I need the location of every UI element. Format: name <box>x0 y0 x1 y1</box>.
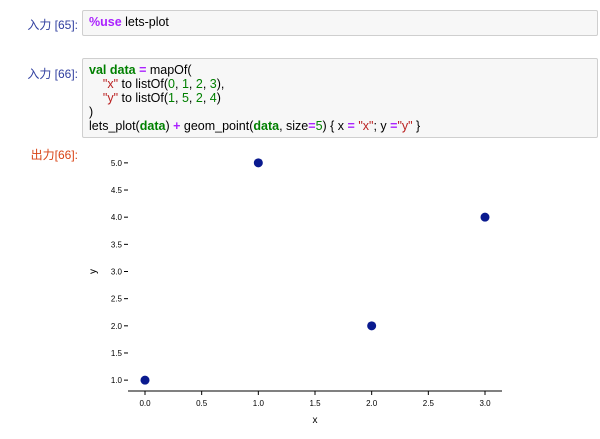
x-tick-label: 2.5 <box>423 399 435 408</box>
cell-prompt-66: 入力 [66]: <box>27 67 78 81</box>
code-token: "x" <box>102 77 119 91</box>
code-token: val <box>89 63 107 77</box>
scatter-plot-svg: 1.0 1.5 2.0 2.5 3.0 3.5 4.0 4.5 5.0 0.0 0.5 1.0 1.5… <box>88 158 502 426</box>
code-token: , <box>175 91 182 105</box>
code-token: "y" <box>102 91 119 105</box>
code-token: , <box>188 91 196 105</box>
code-token: = <box>308 119 316 133</box>
code-token: , <box>175 77 182 91</box>
code-token: ; y <box>373 119 391 133</box>
code-token: , size <box>279 119 309 133</box>
code-token: ) <box>165 119 174 133</box>
x-tick-label: 3.0 <box>479 399 491 408</box>
code-token: data <box>253 119 280 133</box>
cell-prompt-65: 入力 [65]: <box>27 18 78 32</box>
code-token: geom_point( <box>180 119 254 133</box>
scatter-plot-output: 1.0 1.5 2.0 2.5 3.0 3.5 4.0 4.5 5.0 0.0 0.5 1.0 1.5… <box>82 146 512 439</box>
code-token: 2 <box>195 91 203 105</box>
code-token: 4 <box>209 91 217 105</box>
code-token: to listOf( <box>118 77 169 91</box>
code-token: 0 <box>168 77 175 91</box>
x-tick-label: 0.5 <box>196 399 208 408</box>
y-tick-label: 4.0 <box>111 213 123 222</box>
data-point <box>253 158 263 168</box>
code-token: lets-plot <box>121 15 169 29</box>
code-token: = <box>347 119 355 133</box>
x-axis: 0.0 0.5 1.0 1.5 2.0 2.5 3.0 <box>128 390 502 408</box>
x-tick-label: 0.0 <box>139 399 151 408</box>
code-token: } <box>412 119 421 133</box>
code-editor-66[interactable]: val data = mapOf( "x" to listOf(0, 1, 2,… <box>83 59 597 137</box>
data-point <box>140 375 150 385</box>
code-token: , <box>202 91 210 105</box>
code-token: 1 <box>181 77 189 91</box>
code-token: 5 <box>315 119 323 133</box>
y-tick-label: 1.5 <box>111 349 123 358</box>
data-point <box>367 321 377 331</box>
code-token: data <box>139 119 166 133</box>
code-token: "y" <box>397 119 413 133</box>
code-token: 1 <box>168 91 175 105</box>
y-axis: 1.0 1.5 2.0 2.5 3.0 3.5 4.0 4.5 5.0 <box>111 159 128 385</box>
x-tick-label: 2.0 <box>366 399 378 408</box>
output-prompt-66: 出力[66]: <box>30 148 78 162</box>
code-token: %use <box>89 15 122 29</box>
code-token: , <box>202 77 210 91</box>
code-cell-65[interactable]: %use lets-plot <box>82 10 598 36</box>
y-tick-label: 4.5 <box>111 186 123 195</box>
code-token: 2 <box>195 77 203 91</box>
code-token: , <box>188 77 196 91</box>
data-point <box>480 212 490 222</box>
code-editor-65[interactable]: %use lets-plot <box>83 11 597 33</box>
y-tick-label: 2.5 <box>111 295 123 304</box>
data-points <box>140 158 490 385</box>
x-tick-label: 1.0 <box>253 399 265 408</box>
code-token: 3 <box>209 77 217 91</box>
code-token: to listOf( <box>118 91 169 105</box>
code-token: "x" <box>358 119 374 133</box>
y-tick-label: 3.5 <box>111 240 123 249</box>
code-token: data <box>109 63 136 77</box>
y-tick-label: 3.0 <box>111 268 123 277</box>
code-token: 5 <box>181 91 189 105</box>
x-tick-label: 1.5 <box>309 399 321 408</box>
y-tick-label: 5.0 <box>111 159 123 168</box>
x-axis-label: x <box>313 415 318 426</box>
code-token: ) { x <box>322 119 348 133</box>
y-tick-label: 1.0 <box>111 376 123 385</box>
y-tick-label: 2.0 <box>111 322 123 331</box>
code-cell-66[interactable]: val data = mapOf( "x" to listOf(0, 1, 2,… <box>82 58 598 138</box>
y-axis-label: y <box>88 269 99 274</box>
